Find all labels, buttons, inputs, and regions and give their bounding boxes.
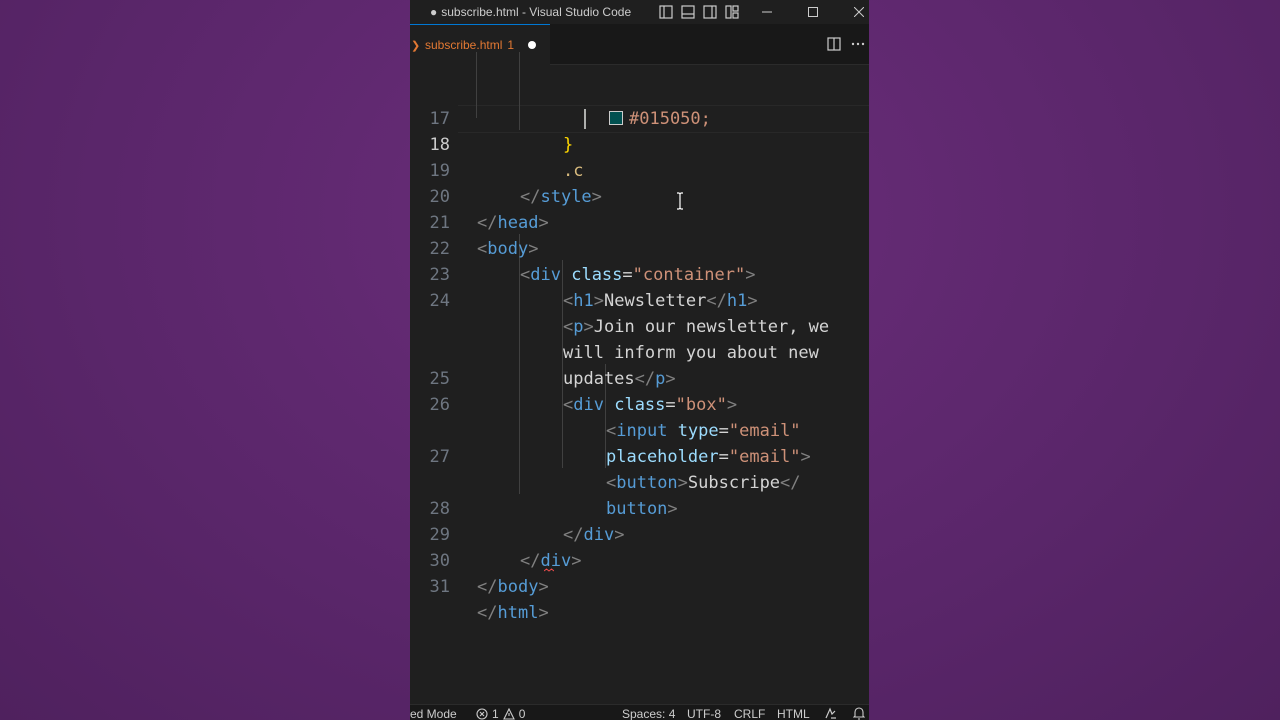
unsaved-dot-icon[interactable] — [528, 41, 537, 49]
more-actions-icon[interactable] — [850, 36, 866, 52]
customize-layout-icon[interactable] — [724, 4, 740, 20]
title-bar: ● subscribe.html - Visual Studio Code — [410, 0, 869, 24]
close-button[interactable] — [844, 0, 869, 24]
code-line-wrapped: will inform you about new — [410, 288, 869, 363]
line-number: 31 — [429, 577, 450, 597]
problems-indicator[interactable]: 1 0 — [476, 707, 525, 720]
error-count: 1 — [492, 707, 499, 720]
vscode-window: ● subscribe.html - Visual Studio Code ❯ s… — [410, 0, 869, 720]
eol-setting[interactable]: CRLF — [734, 707, 765, 720]
code-line: 30 </body> — [410, 522, 869, 597]
code-line: 17 } — [410, 80, 869, 155]
code-line: #015050; — [410, 54, 869, 129]
warning-icon — [502, 708, 515, 720]
tag-name: html — [497, 603, 539, 623]
copilot-status-icon[interactable] — [824, 707, 837, 720]
maximize-button[interactable] — [798, 0, 828, 24]
code-line: 24 <p>Join our newsletter, we — [410, 262, 869, 337]
language-text: HTML — [777, 707, 810, 720]
code-line: 22 <div class="container"> — [410, 210, 869, 285]
text-caret — [584, 109, 586, 129]
code-line-wrapped: updates</p> — [410, 314, 869, 389]
ibeam-cursor-icon — [677, 192, 683, 210]
toggle-secondary-sidebar-icon[interactable] — [702, 4, 718, 20]
tag-name: body — [497, 577, 539, 597]
window-title: ● subscribe.html - Visual Studio Code — [430, 5, 631, 19]
code-line: 28 </div> — [410, 470, 869, 545]
code-line-wrapped: placeholder="email"> — [410, 392, 869, 467]
tab-filename: subscribe.html — [425, 38, 503, 52]
code-line: 25 <div class="box"> — [410, 340, 869, 415]
status-mode-text: ed Mode — [410, 707, 457, 720]
warning-count: 0 — [518, 707, 526, 720]
language-mode[interactable]: HTML — [777, 707, 810, 720]
toggle-primary-sidebar-icon[interactable] — [658, 4, 674, 20]
code-editor[interactable]: #015050; 17 } 18 .c 19 </style> 20 </hea… — [410, 52, 869, 704]
spaces-text: Spaces: 4 — [622, 707, 676, 720]
error-squiggle — [544, 568, 554, 572]
toggle-panel-icon[interactable] — [680, 4, 696, 20]
code-line: 21 <body> — [410, 184, 869, 259]
html-file-icon: ❯ — [411, 39, 421, 52]
indentation-setting[interactable]: Spaces: 4 — [622, 707, 675, 720]
code-line: 19 </style> — [410, 132, 869, 207]
split-editor-icon[interactable] — [826, 36, 842, 52]
line-content: </html> — [477, 603, 549, 623]
error-icon — [476, 708, 488, 720]
notifications-bell-icon[interactable] — [853, 707, 865, 720]
status-bar: ed Mode 1 0 Spaces: 4 UTF-8 CRLF HTML — [410, 704, 869, 720]
code-line: 23 <h1>Newsletter</h1> — [410, 236, 869, 311]
minimize-button[interactable] — [752, 0, 782, 24]
encoding-text: UTF-8 — [687, 707, 721, 720]
status-mode[interactable]: ed Mode — [410, 707, 457, 720]
encoding-setting[interactable]: UTF-8 — [687, 707, 721, 720]
code-line-wrapped: button> — [410, 444, 869, 519]
code-line: 18 .c — [410, 106, 869, 181]
eol-text: CRLF — [734, 707, 766, 720]
code-line: 31 </html> — [410, 548, 869, 623]
line-content: </body> — [477, 577, 549, 597]
code-line: 29 </div> — [410, 496, 869, 571]
tab-problem-count: 1 — [507, 38, 515, 52]
code-line: 26 <input type="email" — [410, 366, 869, 441]
window-title-text: subscribe.html - Visual Studio Code — [441, 5, 632, 19]
dirty-dot: ● — [430, 5, 438, 19]
code-line: 27 <button>Subscripe</ — [410, 418, 869, 493]
code-line: 20 </head> — [410, 158, 869, 233]
